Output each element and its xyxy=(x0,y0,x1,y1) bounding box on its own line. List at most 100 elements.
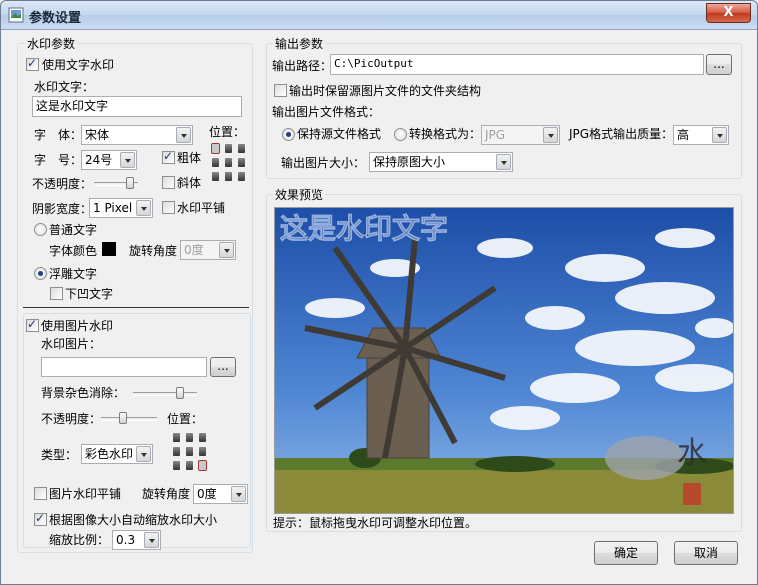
svg-text:水: 水 xyxy=(677,436,707,471)
scale-ratio-select[interactable]: 0.3 xyxy=(112,530,161,550)
bold-checkbox[interactable] xyxy=(162,149,175,164)
italic-checkbox[interactable] xyxy=(162,176,175,189)
use-text-watermark-checkbox[interactable] xyxy=(26,56,39,71)
output-path-browse-button[interactable]: ... xyxy=(706,54,732,75)
preview-image[interactable]: 这是水印文字 水 xyxy=(274,207,734,514)
preview-label: 效果预览 xyxy=(273,186,326,203)
normal-text-radio[interactable] xyxy=(34,223,47,236)
use-image-watermark-label: 使用图片水印 xyxy=(41,319,114,333)
image-opacity-thumb[interactable] xyxy=(119,412,127,424)
bg-noise-slider[interactable] xyxy=(133,392,197,396)
chevron-down-icon[interactable] xyxy=(712,127,727,143)
auto-scale-checkbox[interactable] xyxy=(34,511,47,526)
section-divider xyxy=(23,307,249,308)
shadow-width-value: 1 Pixel xyxy=(93,201,133,215)
image-position-cell-top-left[interactable] xyxy=(173,433,180,442)
watermark-image-label: 水印图片： xyxy=(41,337,102,351)
chevron-down-icon[interactable] xyxy=(231,486,246,502)
position-cell-middle-left[interactable] xyxy=(212,158,219,167)
cancel-button[interactable]: 取消 xyxy=(674,541,738,565)
position-cell-top-right[interactable] xyxy=(238,144,245,153)
chevron-down-icon[interactable] xyxy=(543,127,558,143)
font-color-label: 字体颜色 xyxy=(49,244,98,258)
use-text-watermark-label: 使用文字水印 xyxy=(42,58,115,72)
text-opacity-thumb[interactable] xyxy=(126,177,134,189)
watermark-params-label: 水印参数 xyxy=(25,35,78,52)
image-position-cell-middle-right[interactable] xyxy=(199,447,206,456)
jpg-quality-select[interactable]: 高 xyxy=(673,125,729,145)
settings-app-icon xyxy=(8,7,24,23)
bg-noise-thumb[interactable] xyxy=(176,387,184,399)
position-cell-top-left[interactable] xyxy=(211,143,220,154)
font-value: 宋体 xyxy=(85,128,110,142)
image-position-cell-middle-center[interactable] xyxy=(186,447,193,456)
sunken-text-checkbox[interactable] xyxy=(50,287,63,300)
position-label: 位置： xyxy=(209,125,246,139)
image-position-cell-top-right[interactable] xyxy=(199,433,206,442)
rotate-select[interactable]: 0度 xyxy=(180,240,236,260)
font-select[interactable]: 宋体 xyxy=(81,125,193,145)
image-position-grid xyxy=(173,433,207,471)
size-label: 字 号： xyxy=(34,153,83,167)
image-position-cell-top-center[interactable] xyxy=(186,433,193,442)
position-cell-middle-center[interactable] xyxy=(225,158,232,167)
image-opacity-slider[interactable] xyxy=(101,417,157,421)
preview-hint: 提示：鼠标拖曳水印可调整水印位置。 xyxy=(273,516,478,530)
font-label: 字 体： xyxy=(34,128,83,142)
font-color-swatch[interactable] xyxy=(102,242,116,256)
position-cell-top-center[interactable] xyxy=(225,144,232,153)
italic-label: 斜体 xyxy=(177,176,202,190)
output-format-label: 输出图片文件格式： xyxy=(272,105,381,119)
output-path-input[interactable]: C:\PicOutput xyxy=(330,54,704,75)
convert-format-radio[interactable] xyxy=(394,128,407,141)
bg-noise-remove-label: 背景杂色消除： xyxy=(41,386,126,400)
position-cell-bottom-left[interactable] xyxy=(212,172,219,181)
size-select[interactable]: 24号 xyxy=(81,150,137,170)
type-select[interactable]: 彩色水印 xyxy=(81,444,153,464)
image-position-cell-bottom-center[interactable] xyxy=(186,461,193,470)
chevron-down-icon[interactable] xyxy=(496,154,511,170)
chevron-down-icon[interactable] xyxy=(120,152,135,168)
image-rotate-select[interactable]: 0度 xyxy=(193,484,248,504)
image-position-cell-bottom-right[interactable] xyxy=(198,460,207,471)
convert-format-value: JPG xyxy=(485,128,506,142)
chevron-down-icon[interactable] xyxy=(136,200,151,216)
image-position-cell-middle-left[interactable] xyxy=(173,447,180,456)
shadow-width-select[interactable]: 1 Pixel xyxy=(89,198,153,218)
use-image-watermark-checkbox[interactable] xyxy=(26,317,39,332)
position-cell-bottom-center[interactable] xyxy=(225,172,232,181)
keep-folder-structure-label: 输出时保留源图片文件的文件夹结构 xyxy=(289,84,482,98)
emboss-text-radio[interactable] xyxy=(34,267,47,280)
output-size-value: 保持原图大小 xyxy=(373,155,446,169)
preview-watermark-text[interactable]: 这是水印文字 xyxy=(280,212,449,246)
image-position-cell-bottom-left[interactable] xyxy=(173,461,180,470)
chevron-down-icon[interactable] xyxy=(144,532,159,548)
chevron-down-icon[interactable] xyxy=(136,446,151,462)
title-bar: 参数设置 X xyxy=(1,1,757,30)
ok-button[interactable]: 确定 xyxy=(594,541,658,565)
text-tile-checkbox[interactable] xyxy=(162,201,175,214)
keep-source-format-radio[interactable] xyxy=(282,128,295,141)
emboss-text-label: 浮雕文字 xyxy=(49,267,98,281)
chevron-down-icon[interactable] xyxy=(219,242,234,258)
watermark-image-browse-button[interactable]: ... xyxy=(210,357,236,377)
position-cell-middle-right[interactable] xyxy=(238,158,245,167)
text-position-grid xyxy=(211,143,245,181)
convert-format-select[interactable]: JPG xyxy=(481,125,560,145)
size-value: 24号 xyxy=(85,153,113,167)
bold-label: 粗体 xyxy=(177,151,202,165)
keep-folder-structure-checkbox[interactable] xyxy=(274,84,287,97)
normal-text-label: 普通文字 xyxy=(49,223,98,237)
position-cell-bottom-right[interactable] xyxy=(238,172,245,181)
output-size-select[interactable]: 保持原图大小 xyxy=(369,152,513,172)
rotate-label: 旋转角度 xyxy=(129,244,178,258)
watermark-image-path-input[interactable] xyxy=(41,357,207,377)
output-path-label: 输出路径： xyxy=(272,59,333,73)
auto-scale-label: 根据图像大小自动缩放水印大小 xyxy=(49,513,218,527)
type-label: 类型： xyxy=(41,448,78,462)
chevron-down-icon[interactable] xyxy=(176,127,191,143)
image-tile-checkbox[interactable] xyxy=(34,487,47,500)
sunken-text-label: 下凹文字 xyxy=(65,287,114,301)
watermark-text-input[interactable]: 这是水印文字 xyxy=(32,96,242,117)
close-button[interactable]: X xyxy=(706,3,751,23)
